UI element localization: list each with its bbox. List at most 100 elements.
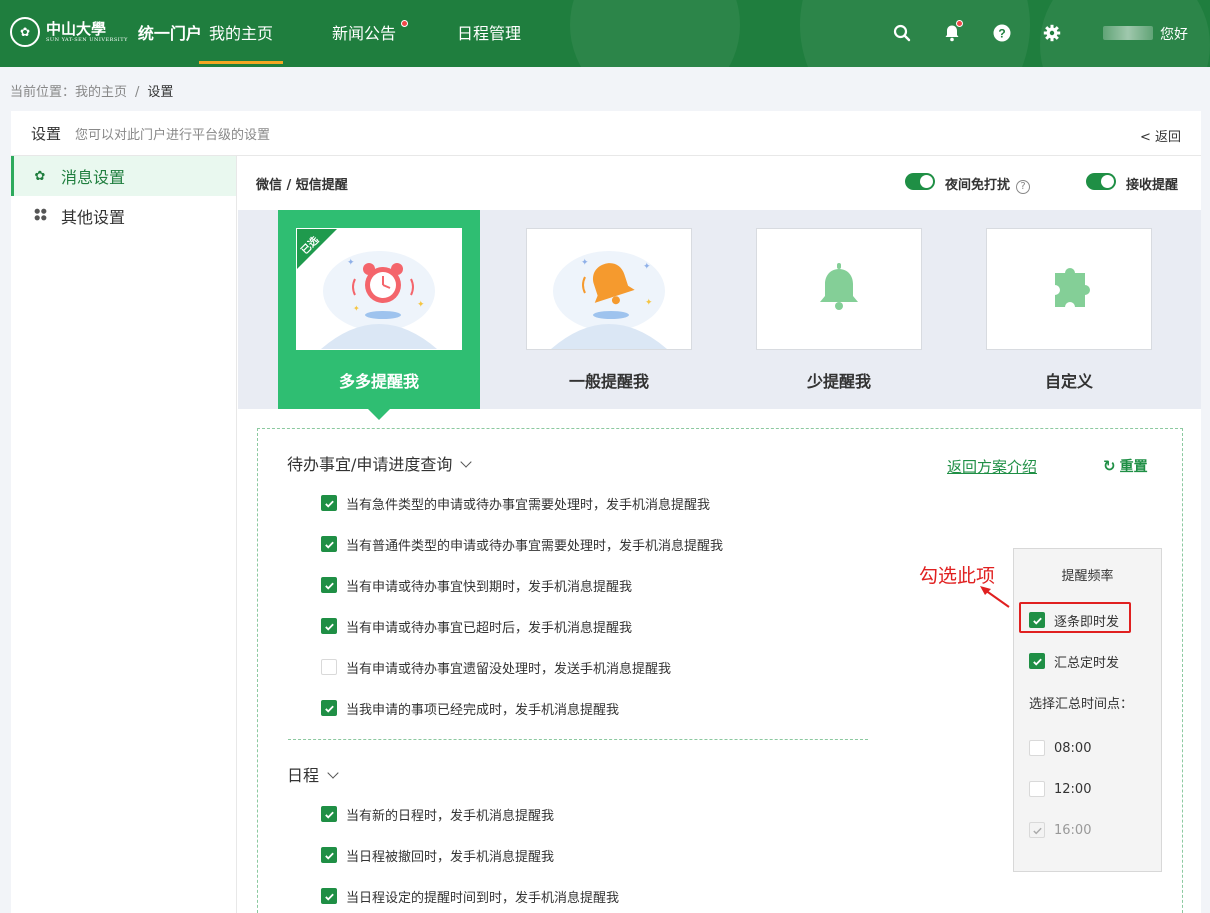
checkbox-checked[interactable] [321, 888, 337, 904]
checkbox-label: 当有申请或待办事宜遗留没处理时，发送手机消息提醒我 [346, 661, 672, 677]
mode-few-reminders[interactable]: 少提醒我 [738, 210, 940, 409]
receive-reminder-toggle[interactable] [1086, 173, 1116, 190]
annotation-arrow-icon [980, 586, 1010, 608]
news-unread-dot [401, 20, 408, 27]
svg-text:✦: ✦ [645, 298, 653, 308]
section-title-schedule[interactable]: 日程 [287, 762, 339, 786]
schedule-item[interactable]: 当日程设定的提醒时间到时，发手机消息提醒我 [321, 886, 619, 906]
todo-item[interactable]: 当有申请或待办事宜快到期时，发手机消息提醒我 [321, 575, 632, 595]
sidebar-item-message-settings[interactable]: ✿ 消息设置 [11, 156, 236, 196]
checkbox-checked[interactable] [321, 806, 337, 822]
mode-custom[interactable]: 自定义 [968, 210, 1170, 409]
gear-icon[interactable] [1041, 22, 1063, 44]
breadcrumb-home[interactable]: 我的主页 [75, 85, 127, 100]
help-icon[interactable]: ? [991, 22, 1013, 44]
svg-text:✦: ✦ [643, 262, 651, 272]
schedule-item[interactable]: 当有新的日程时，发手机消息提醒我 [321, 804, 554, 824]
chevron-down-icon [327, 767, 339, 779]
seal-icon: ✿ [10, 17, 40, 47]
grid-icon [33, 208, 47, 225]
settings-bar-title: 微信 / 短信提醒 [256, 177, 348, 193]
frequency-panel: 提醒频率 逐条即时发 汇总定时发 选择汇总时间点： 08:00 12:00 16… [1013, 548, 1162, 872]
checkbox-checked[interactable] [321, 618, 337, 634]
night-dnd-label: 夜间免打扰? [945, 174, 1031, 194]
ringing-bell-icon: ✦ ✦ ✦ [551, 251, 667, 349]
checkbox-unchecked[interactable] [1029, 781, 1045, 797]
time-option-1200[interactable]: 12:00 [1029, 779, 1091, 799]
checkbox-disabled-checked [1029, 822, 1045, 838]
mode-normal-reminders[interactable]: ✦ ✦ ✦ 一般提醒我 [508, 210, 710, 409]
checkbox-checked[interactable] [321, 577, 337, 593]
time-option-1600: 16:00 [1029, 820, 1091, 840]
refresh-icon: ↻ [1103, 457, 1116, 475]
mode-label: 少提醒我 [806, 372, 871, 391]
todo-item[interactable]: 当有申请或待办事宜遗留没处理时，发送手机消息提醒我 [321, 657, 671, 677]
receive-reminder-label: 接收提醒 [1126, 178, 1179, 193]
checkbox-label: 当我申请的事项已经完成时，发手机消息提醒我 [346, 702, 620, 718]
mode-card: 已选 ✦ ✦ ✦ [296, 228, 462, 350]
mode-card: ✦ ✦ ✦ [526, 228, 692, 350]
page-title: 设置 [31, 124, 62, 143]
portal-name: 统一门户 [137, 24, 202, 43]
todo-item[interactable]: 当有申请或待办事宜已超时后，发手机消息提醒我 [321, 616, 632, 636]
checkbox-checked[interactable] [321, 700, 337, 716]
breadcrumb-current: 设置 [147, 85, 174, 100]
svg-text:?: ? [998, 27, 1005, 41]
todo-item[interactable]: 当我申请的事项已经完成时，发手机消息提醒我 [321, 698, 619, 718]
highlight-box [1019, 602, 1131, 633]
university-logo[interactable]: ✿ 中山大學 SUN YAT-SEN UNIVERSITY 统一门户 [10, 17, 202, 47]
checkbox-checked[interactable] [321, 847, 337, 863]
nav-news[interactable]: 新闻公告 [327, 0, 401, 67]
option-summary[interactable]: 汇总定时发 [1029, 651, 1119, 671]
top-navbar: ✿ 中山大學 SUN YAT-SEN UNIVERSITY 统一门户 我的主页 … [0, 0, 1210, 67]
summary-time-title: 选择汇总时间点： [1029, 696, 1134, 712]
greeting[interactable]: 您好 [1160, 24, 1188, 44]
sidebar-item-label: 消息设置 [61, 168, 126, 187]
night-dnd-toggle[interactable] [905, 173, 935, 190]
help-icon[interactable]: ? [1016, 180, 1031, 194]
gear-icon: ✿ [34, 168, 46, 184]
sidebar: ✿ 消息设置 其他设置 [11, 156, 237, 913]
nav-schedule[interactable]: 日程管理 [452, 0, 526, 67]
svg-text:✦: ✦ [581, 258, 589, 268]
section-title-todo[interactable]: 待办事宜/申请进度查询 [287, 451, 473, 475]
page-description: 您可以对此门户进行平台级的设置 [75, 127, 271, 143]
username-blurred[interactable] [1103, 26, 1153, 40]
svg-text:✦: ✦ [417, 300, 425, 310]
back-to-plan-intro-link[interactable]: 返回方案介绍 [947, 456, 1037, 477]
back-link[interactable]: < 返回 [1140, 126, 1181, 145]
mode-label: 一般提醒我 [568, 372, 649, 391]
mode-card [986, 228, 1152, 350]
reset-button[interactable]: ↻ 重置 [1103, 456, 1148, 476]
schedule-item[interactable]: 当日程被撤回时，发手机消息提醒我 [321, 845, 554, 865]
checkbox-label: 当有急件类型的申请或待办事宜需要处理时，发手机消息提醒我 [346, 497, 711, 513]
checkbox-checked[interactable] [321, 495, 337, 511]
checkbox-unchecked[interactable] [321, 659, 337, 675]
breadcrumb: 当前位置：我的主页 / 设置 [10, 85, 174, 100]
todo-item[interactable]: 当有急件类型的申请或待办事宜需要处理时，发手机消息提醒我 [321, 493, 710, 513]
sidebar-item-other-settings[interactable]: 其他设置 [11, 196, 236, 236]
mode-card [756, 228, 922, 350]
checkbox-label: 当有普通件类型的申请或待办事宜需要处理时，发手机消息提醒我 [346, 538, 724, 554]
todo-item[interactable]: 当有普通件类型的申请或待办事宜需要处理时，发手机消息提醒我 [321, 534, 723, 554]
checkbox-label: 当有申请或待办事宜已超时后，发手机消息提醒我 [346, 620, 633, 636]
checkbox-unchecked[interactable] [1029, 740, 1045, 756]
reminder-mode-selector: 已选 ✦ ✦ ✦ 多多提醒我 ✦ ✦ ✦ 一般提醒我 少提醒我 自定义 [238, 210, 1201, 420]
school-name: 中山大學 SUN YAT-SEN UNIVERSITY [46, 20, 128, 43]
frequency-title: 提醒频率 [1061, 569, 1114, 584]
panel-header: 设置 您可以对此门户进行平台级的设置 < 返回 [11, 111, 1201, 156]
checkbox-label: 当日程设定的提醒时间到时，发手机消息提醒我 [346, 890, 620, 906]
sidebar-item-label: 其他设置 [61, 208, 126, 227]
checkbox-checked[interactable] [321, 536, 337, 552]
nav-my-home[interactable]: 我的主页 [199, 0, 283, 67]
mode-many-reminders[interactable]: 已选 ✦ ✦ ✦ 多多提醒我 [278, 210, 480, 420]
svg-text:✦: ✦ [353, 304, 360, 313]
bg-decoration [570, 0, 740, 67]
chevron-down-icon [460, 456, 473, 468]
selected-badge: 已选 [297, 229, 337, 269]
notification-dot [956, 20, 963, 27]
breadcrumb-prefix: 当前位置： [10, 85, 76, 100]
time-option-0800[interactable]: 08:00 [1029, 738, 1091, 758]
checkbox-checked[interactable] [1029, 653, 1045, 669]
search-icon[interactable] [891, 22, 913, 44]
